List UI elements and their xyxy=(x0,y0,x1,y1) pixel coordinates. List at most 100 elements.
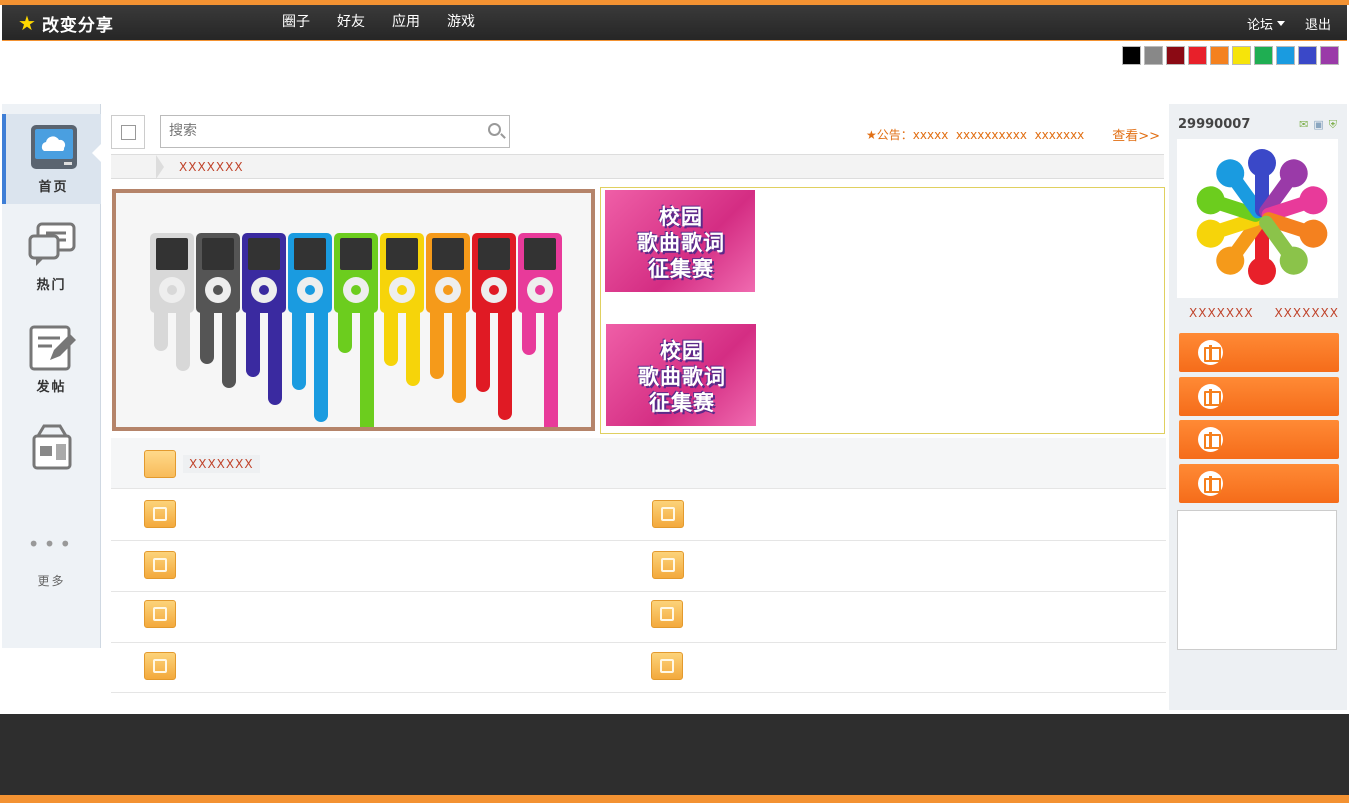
breadcrumb-current[interactable]: XXXXXXX xyxy=(179,160,244,174)
search-box xyxy=(160,115,510,148)
notice-star-icon: ★ xyxy=(866,128,877,142)
gift-icon xyxy=(1198,471,1223,496)
toolbox-icon xyxy=(28,422,76,470)
swatch-red[interactable] xyxy=(1188,46,1207,65)
user-link-right[interactable]: XXXXXXX xyxy=(1274,306,1339,320)
site-logo[interactable]: ★ 改变分享 xyxy=(18,11,114,36)
folder-header-label[interactable]: XXXXXXX xyxy=(183,455,260,473)
forum-dropdown[interactable]: 论坛 xyxy=(1247,14,1273,33)
document-folder-icon[interactable] xyxy=(651,652,683,680)
ipod-figure xyxy=(150,233,194,371)
search-row: ★公告：xxxxx xxxxxxxxxx xxxxxxx 查看>> xyxy=(111,113,1164,149)
promo-poster-2-text: 校园 歌曲歌词 征集赛 xyxy=(638,339,726,415)
nav-item-circles[interactable]: 圈子 xyxy=(282,5,310,41)
logo-text: 改变分享 xyxy=(41,15,114,36)
document-folder-icon[interactable] xyxy=(144,551,176,579)
active-pointer xyxy=(92,144,101,162)
star-icon: ★ xyxy=(18,11,37,35)
view-more-link[interactable]: 查看>> xyxy=(1112,125,1160,144)
ipod-figure xyxy=(380,233,424,386)
select-all-checkbox[interactable] xyxy=(121,125,136,140)
swatch-black[interactable] xyxy=(1122,46,1141,65)
refresh-folder-icon[interactable] xyxy=(144,500,176,528)
user-status-icons: ✉ ▣ ⛨ xyxy=(1294,118,1337,132)
sidebar-item-more[interactable]: ••• 更多 xyxy=(2,534,101,604)
main-nav: 圈子 好友 应用 游戏 xyxy=(282,5,502,41)
avatar[interactable] xyxy=(1177,139,1338,298)
nav-item-friends[interactable]: 好友 xyxy=(337,5,365,41)
lock-icon[interactable]: ▣ xyxy=(1313,118,1323,132)
shield-icon[interactable]: ⛨ xyxy=(1329,118,1337,132)
swatch-orange[interactable] xyxy=(1210,46,1229,65)
swatch-darkred[interactable] xyxy=(1166,46,1185,65)
promo-panel: 校园 歌曲歌词 征集赛 校园 歌曲歌词 征集赛 xyxy=(600,187,1165,434)
refresh-folder-icon[interactable] xyxy=(652,500,684,528)
sidebar-item-home[interactable]: 首页 xyxy=(2,114,101,204)
gift-icon xyxy=(1198,427,1223,452)
left-sidebar: 首页 热门 发帖 ••• 更多 xyxy=(2,104,101,648)
swatch-indigo[interactable] xyxy=(1298,46,1317,65)
bottom-accent-stripe xyxy=(0,795,1349,803)
list-row xyxy=(111,541,1166,592)
more-dots-icon: ••• xyxy=(27,532,76,556)
user-link-left[interactable]: XXXXXXX xyxy=(1189,306,1254,320)
list-row xyxy=(111,642,1166,693)
user-links: XXXXXXX XXXXXXX xyxy=(1189,306,1339,320)
list-row xyxy=(111,592,1166,643)
breadcrumb: XXXXXXX xyxy=(111,154,1164,179)
swatch-blue[interactable] xyxy=(1276,46,1295,65)
chat-bubbles-icon xyxy=(28,222,76,270)
swatch-gray[interactable] xyxy=(1144,46,1163,65)
swatch-yellow[interactable] xyxy=(1232,46,1251,65)
swatch-green[interactable] xyxy=(1254,46,1273,65)
notice-bar: ★公告：xxxxx xxxxxxxxxx xxxxxxx xyxy=(866,126,1084,143)
search-icon[interactable] xyxy=(488,123,501,136)
nav-item-games[interactable]: 游戏 xyxy=(447,5,475,41)
footer xyxy=(0,714,1349,795)
ipod-figure xyxy=(472,233,516,420)
sidebar-item-hot[interactable]: 热门 xyxy=(2,222,101,302)
gift-button-2[interactable] xyxy=(1179,377,1339,416)
notice-items[interactable]: xxxxx xxxxxxxxxx xxxxxxx xyxy=(913,128,1085,142)
ipod-figure xyxy=(242,233,286,405)
notice-prefix: 公告： xyxy=(876,128,913,142)
theme-color-swatches xyxy=(1122,46,1342,65)
promo-poster-1[interactable]: 校园 歌曲歌词 征集赛 xyxy=(605,190,755,292)
ipod-figure xyxy=(426,233,470,403)
user-info-box xyxy=(1177,510,1337,650)
edit-note-icon xyxy=(28,324,76,372)
gift-button-4[interactable] xyxy=(1179,464,1339,503)
sidebar-label-hot: 热门 xyxy=(36,278,67,293)
top-bar: ★ 改变分享 圈子 好友 应用 游戏 论坛 退出 xyxy=(2,5,1347,41)
ipod-figure xyxy=(334,233,378,427)
sidebar-label-more: 更多 xyxy=(37,574,66,588)
featured-banner[interactable] xyxy=(112,189,595,431)
sidebar-label-home: 首页 xyxy=(38,180,69,195)
refresh-folder-icon[interactable] xyxy=(651,600,683,628)
document-folder-icon[interactable] xyxy=(652,551,684,579)
caret-down-icon[interactable] xyxy=(1276,20,1285,26)
mail-icon[interactable]: ✉ xyxy=(1299,118,1308,132)
ipod-figure xyxy=(518,233,562,427)
gift-button-3[interactable] xyxy=(1179,420,1339,459)
select-all-box[interactable] xyxy=(111,115,145,149)
user-id: 29990007 xyxy=(1178,117,1251,132)
swatch-purple[interactable] xyxy=(1320,46,1339,65)
gift-button-1[interactable] xyxy=(1179,333,1339,372)
sidebar-item-tools[interactable] xyxy=(2,422,101,482)
list-row xyxy=(111,490,1166,541)
sidebar-label-post: 发帖 xyxy=(36,380,67,395)
nav-item-apps[interactable]: 应用 xyxy=(392,5,420,41)
breadcrumb-arrow xyxy=(156,155,164,179)
folder-icon xyxy=(144,450,176,478)
sidebar-item-post[interactable]: 发帖 xyxy=(2,324,101,404)
document-folder-icon[interactable] xyxy=(144,652,176,680)
refresh-folder-icon[interactable] xyxy=(144,600,176,628)
search-input[interactable] xyxy=(161,116,461,146)
promo-poster-2[interactable]: 校园 歌曲歌词 征集赛 xyxy=(606,324,756,426)
ipod-figure xyxy=(196,233,240,388)
cloud-monitor-icon xyxy=(30,124,78,172)
folder-header-row[interactable]: XXXXXXX xyxy=(111,438,1166,489)
ipod-figure xyxy=(288,233,332,422)
logout-link[interactable]: 退出 xyxy=(1305,14,1331,33)
